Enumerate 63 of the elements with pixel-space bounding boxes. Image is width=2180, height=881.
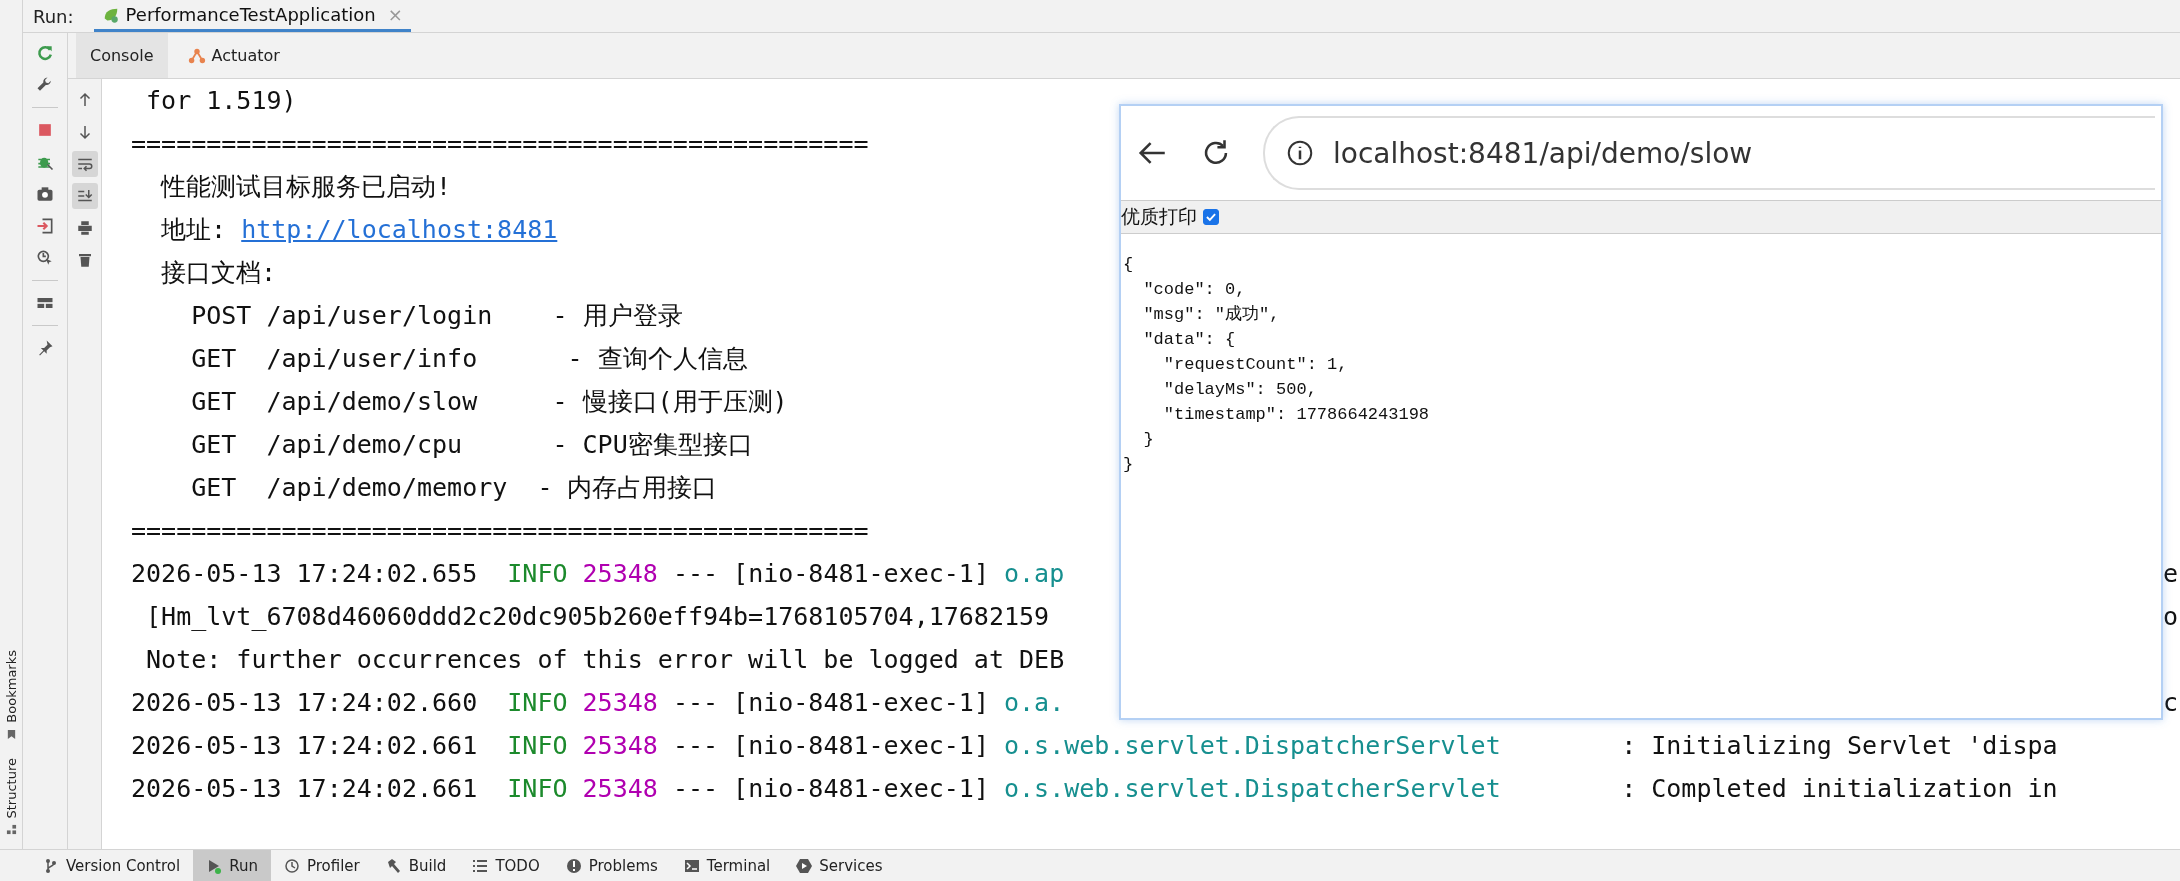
pretty-print-label: 优质打印 (1121, 204, 1197, 229)
tool-window-button[interactable]: Problems (552, 850, 671, 881)
console-line: for 1.519) (145, 85, 297, 117)
json-line: "delayMs": 500, (1162, 379, 1318, 401)
tool-window-button[interactable]: Terminal (670, 850, 784, 881)
terminal-icon (683, 857, 700, 874)
console-line: ================================================= (131, 128, 869, 160)
console-line: GET /api/demo/slow - 慢接口(用于压测) (190, 386, 788, 418)
actuator-icon (187, 46, 206, 65)
json-line: } (1123, 454, 1135, 476)
pretty-print-checkbox[interactable] (1203, 209, 1219, 225)
gauge-icon (283, 857, 300, 874)
console-line: POST /api/user/login - 用户登录 (190, 300, 683, 332)
console-line: 2026-05-13 17:24:02.661 INFO 25348 --- [nio-8481-exec-1] o.s.web.servlet.DispatcherServlet : Completed initialization in (131, 773, 2058, 805)
run-label: Run: (32, 5, 75, 27)
rerun-icon[interactable] (35, 43, 55, 63)
log-line-fragment: o (2162, 601, 2179, 633)
log-line: 2026-05-13 17:24:02.660 INFO 25348 --- [nio-8481-exec-1] o.a. (131, 687, 1065, 719)
scroll-to-end-button[interactable] (71, 183, 98, 209)
list-icon (472, 857, 489, 874)
console-line: GET /api/demo/memory - 内存占用接口 (190, 472, 718, 504)
console-line: 2026-05-13 17:24:02.661 INFO 25348 --- [nio-8481-exec-1] o.s.web.servlet.DispatcherServlet : Initializing Servlet 'dispa (131, 730, 2058, 762)
play-icon (206, 857, 223, 874)
console-line: 接口文档: (160, 257, 277, 289)
json-line: "requestCount": 1, (1162, 354, 1349, 376)
structure-icon (5, 824, 17, 835)
console-line: Note: further occurrences of this error will be logged at DEB (145, 644, 1065, 676)
info-icon (1285, 138, 1315, 168)
hammer-icon (385, 857, 402, 874)
console-line: 地址: http://localhost:8481 (160, 214, 558, 246)
log-line: [Hm_lvt_6708d46060ddd2c20dc905b260eff94b=1768105704,17682159 (145, 601, 1050, 633)
json-line: "msg": "成功", (1142, 304, 1281, 326)
camera-icon[interactable] (35, 184, 55, 204)
address-bar[interactable]: localhost:8481/api/demo/slow (1263, 116, 2155, 190)
console-line: ================================================= (131, 515, 869, 547)
enter-icon[interactable] (35, 216, 55, 236)
console-line: GET /api/demo/cpu - CPU密集型接口 (190, 429, 753, 461)
branch-icon (43, 857, 59, 874)
console-tab[interactable]: Actuator (173, 33, 294, 78)
bookmark-icon (5, 728, 17, 740)
services-icon (796, 857, 813, 874)
console-line: 性能测试目标服务已启动! (159, 171, 452, 203)
soft-wrap-button[interactable] (71, 151, 98, 177)
tool-window-button[interactable]: Run (193, 850, 271, 881)
json-line: "timestamp": 1778664243198 (1162, 404, 1431, 426)
alert-icon (565, 857, 582, 874)
tool-window-button[interactable]: Profiler (270, 850, 373, 881)
console-line: GET /api/user/info - 查询个人信息 (190, 343, 748, 375)
tool-window-button[interactable]: TODO (459, 850, 553, 881)
log-line-fragment: c (2162, 687, 2179, 719)
url-link[interactable]: http://localhost:8481 (241, 215, 558, 244)
json-line: { (1123, 254, 1135, 276)
json-line: "data": { (1142, 329, 1237, 351)
tool-window-button[interactable]: Build (372, 850, 460, 881)
tool-window-tab[interactable]: Bookmarks (3, 649, 19, 740)
json-line: "code": 0, (1142, 279, 1247, 301)
console-tab[interactable]: Console (76, 33, 168, 78)
tool-window-button[interactable]: Version Control (30, 850, 194, 881)
tool-window-button[interactable]: Services (783, 850, 896, 881)
json-line: } (1142, 429, 1155, 451)
log-line: 2026-05-13 17:24:02.655 INFO 25348 --- [nio-8481-exec-1] o.ap (131, 558, 1065, 590)
tool-window-tab[interactable]: Structure (3, 757, 19, 835)
log-line-fragment: e (2162, 558, 2179, 590)
